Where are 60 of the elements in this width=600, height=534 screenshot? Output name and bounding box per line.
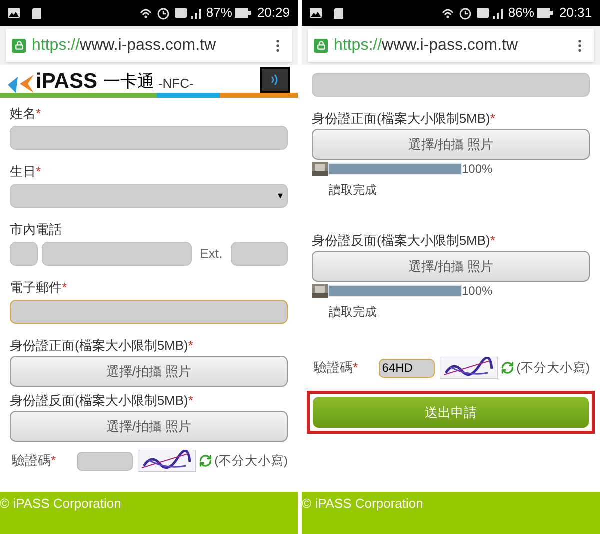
captcha-field[interactable] [77,452,134,470]
logo-icon [8,75,34,93]
sd-card-icon [334,8,343,18]
choose-photo-button[interactable]: 選擇/拍攝 照片 [10,411,288,442]
copyright: © iPASS Corporation [302,496,424,511]
choose-photo-button[interactable]: 選擇/拍攝 照片 [312,129,590,160]
field-label: 電子郵件* [10,280,68,296]
progress-percent: 100% [462,163,493,175]
field-label: 姓名* [10,106,42,122]
field-label: 身份證反面(檔案大小限制5MB)* [312,233,496,249]
upload-status: 讀取完成 [329,182,378,199]
battery-percent: 87% [206,4,232,22]
choose-photo-button[interactable]: 選擇/拍攝 照片 [10,356,288,387]
signal-icon [491,8,506,18]
text-field[interactable] [10,126,288,150]
nfc-badge-icon [260,67,290,93]
url: https://www.i-pass.com.tw [32,36,216,56]
field-label: 市內電話 [10,222,63,238]
upload-status: 讀取完成 [329,304,378,321]
field-label: 身份證反面(檔案大小限制5MB)* [10,393,194,409]
field-label: 驗證碼* [12,452,58,470]
phone-field[interactable] [42,242,192,266]
progress-percent: 100% [462,285,493,297]
field-label: 身份證正面(檔案大小限制5MB)* [312,111,496,127]
field-label: 生日* [10,164,42,180]
lock-icon [314,38,328,52]
text-field[interactable] [10,300,288,324]
ext-label: Ext. [200,245,223,264]
alarm-icon [459,6,472,20]
image-icon [310,8,322,18]
refresh-icon[interactable] [199,454,213,468]
field-label: 身份證正面(檔案大小限制5MB)* [10,338,194,354]
url: https://www.i-pass.com.tw [334,36,518,56]
captcha-field[interactable]: 64HD [379,358,436,378]
field-label: 驗證碼* [314,359,360,378]
battery-icon [235,8,252,18]
sd-card-icon [32,8,41,18]
case-note: (不分大小寫) [516,360,590,377]
clock: 20:31 [559,4,592,22]
area-code-field[interactable] [10,242,38,266]
signal-icon [189,8,204,18]
brand-name: iPASS [36,71,98,93]
nfc-tag: -NFC- [158,75,194,93]
copyright: © iPASS Corporation [0,496,122,511]
choose-photo-button[interactable]: 選擇/拍攝 照片 [312,251,590,282]
alarm-icon [157,6,170,20]
extension-field[interactable] [230,242,288,266]
refresh-icon[interactable] [501,361,515,375]
case-note: (不分大小寫) [214,452,288,470]
clock: 20:29 [257,4,290,22]
battery-icon [537,8,554,18]
address-bar[interactable]: https://www.i-pass.com.tw [6,29,292,62]
text-field[interactable] [312,73,590,97]
caret-icon: ▾ [278,188,283,204]
battery-percent: 86% [508,4,534,22]
lock-icon [12,38,26,52]
image-icon [8,8,20,18]
brand-chinese-name: 一卡通 [103,71,154,93]
address-bar[interactable]: https://www.i-pass.com.tw [308,29,594,62]
date-select[interactable]: ▾ [10,184,288,208]
